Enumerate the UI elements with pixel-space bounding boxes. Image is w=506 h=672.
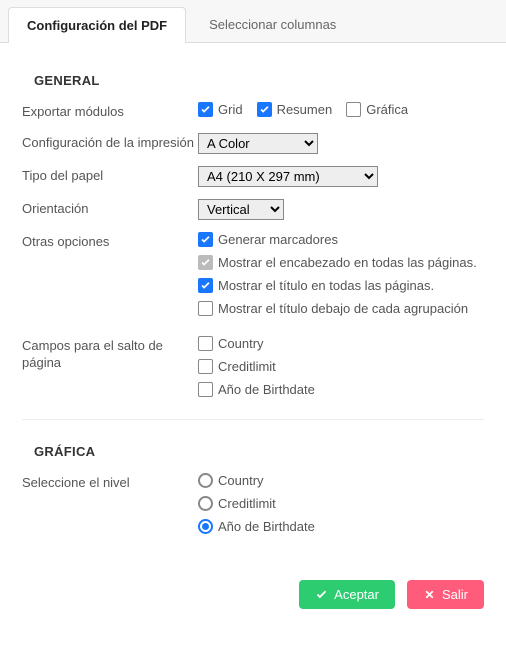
footer-actions: Aceptar Salir [0, 574, 506, 625]
checkbox-country-label: Country [218, 336, 264, 351]
tab-pdf-config[interactable]: Configuración del PDF [8, 7, 186, 43]
label-orientation: Orientación [22, 199, 198, 218]
label-other-options: Otras opciones [22, 232, 198, 251]
divider [22, 419, 484, 420]
label-select-level: Seleccione el nivel [22, 473, 198, 492]
checkbox-chart-label: Gráfica [366, 102, 408, 117]
checkbox-title-below-group-label: Mostrar el título debajo de cada agrupac… [218, 301, 468, 316]
radio-birthdate[interactable] [198, 519, 213, 534]
label-export-modules: Exportar módulos [22, 102, 198, 121]
checkbox-grid[interactable] [198, 102, 213, 117]
checkbox-title-all[interactable] [198, 278, 213, 293]
accept-button[interactable]: Aceptar [299, 580, 395, 609]
checkbox-summary-label: Resumen [277, 102, 333, 117]
select-orientation[interactable]: Vertical [198, 199, 284, 220]
checkbox-chart[interactable] [346, 102, 361, 117]
radio-birthdate-label: Año de Birthdate [218, 519, 315, 534]
label-print-config: Configuración de la impresión [22, 133, 198, 152]
radio-country[interactable] [198, 473, 213, 488]
check-icon [315, 588, 328, 601]
section-title-general: GENERAL [22, 53, 484, 102]
radio-creditlimit-label: Creditlimit [218, 496, 276, 511]
checkbox-birthdate[interactable] [198, 382, 213, 397]
close-icon [423, 588, 436, 601]
tab-select-columns[interactable]: Seleccionar columnas [190, 6, 355, 42]
checkbox-country[interactable] [198, 336, 213, 351]
checkbox-creditlimit-label: Creditlimit [218, 359, 276, 374]
accept-button-label: Aceptar [334, 587, 379, 602]
exit-button-label: Salir [442, 587, 468, 602]
label-page-break-fields: Campos para el salto de página [22, 336, 198, 372]
checkbox-creditlimit[interactable] [198, 359, 213, 374]
checkbox-birthdate-label: Año de Birthdate [218, 382, 315, 397]
checkbox-header-all [198, 255, 213, 270]
checkbox-summary[interactable] [257, 102, 272, 117]
tab-bar: Configuración del PDF Seleccionar column… [0, 0, 506, 43]
checkbox-gen-markers[interactable] [198, 232, 213, 247]
checkbox-header-all-label: Mostrar el encabezado en todas las págin… [218, 255, 477, 270]
select-print-config[interactable]: A Color [198, 133, 318, 154]
section-title-chart: GRÁFICA [22, 424, 484, 473]
checkbox-title-all-label: Mostrar el título en todas las páginas. [218, 278, 434, 293]
label-paper-type: Tipo del papel [22, 166, 198, 185]
checkbox-title-below-group[interactable] [198, 301, 213, 316]
radio-creditlimit[interactable] [198, 496, 213, 511]
radio-country-label: Country [218, 473, 264, 488]
select-paper-type[interactable]: A4 (210 X 297 mm) [198, 166, 378, 187]
exit-button[interactable]: Salir [407, 580, 484, 609]
checkbox-gen-markers-label: Generar marcadores [218, 232, 338, 247]
checkbox-grid-label: Grid [218, 102, 243, 117]
